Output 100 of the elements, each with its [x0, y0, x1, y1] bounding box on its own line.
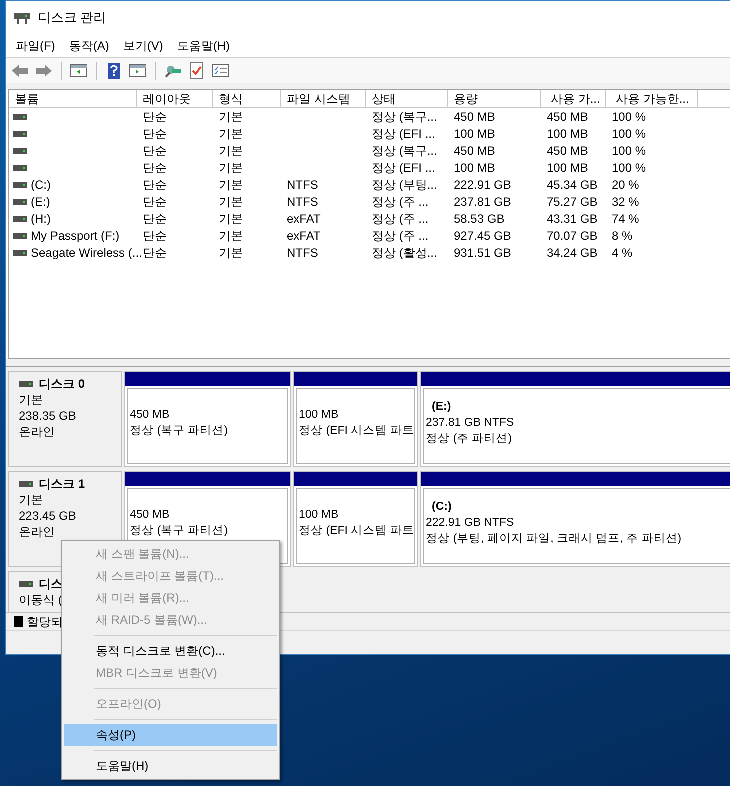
table-cell-text: 단순	[143, 108, 167, 126]
column-header[interactable]: 상태	[366, 90, 448, 107]
table-cell-text: 4 %	[612, 244, 633, 262]
column-header[interactable]: 사용 가능한...	[606, 90, 698, 107]
disk-name: 디스	[39, 576, 63, 592]
menu-item[interactable]: 보기(V)	[123, 37, 164, 55]
column-header[interactable]: 볼륨	[9, 90, 137, 107]
table-cell-text: 단순	[143, 194, 167, 210]
table-cell-text: 정상 (주 ...	[372, 194, 429, 210]
table-cell-text: (C:)	[31, 176, 51, 194]
partition-status: 정상 (EFI 시스템 파트	[299, 424, 414, 439]
partition-block[interactable]: (C:) 222.91 GB NTFS 정상 (부팅, 페이지 파일, 크래시 덤프, 주 파티션)	[420, 471, 730, 567]
partition-block[interactable]: 450 MB 정상 (복구 파티션)	[124, 371, 291, 467]
table-cell-text: 단순	[143, 176, 167, 194]
disk-type: 기본	[19, 392, 43, 408]
drive-icon	[13, 148, 27, 154]
partition-status: 정상 (부팅, 페이지 파일, 크래시 덤프, 주 파티션)	[426, 532, 682, 547]
table-cell-text: 기본	[219, 142, 243, 160]
table-cell-text: 75.27 GB	[547, 194, 598, 210]
table-cell-text: (H:)	[31, 210, 51, 228]
partition-status: 정상 (복구 파티션)	[130, 424, 228, 439]
partition-status: 정상 (EFI 시스템 파트	[299, 524, 414, 539]
table-cell-text: NTFS	[287, 244, 318, 262]
table-cell-text: 단순	[143, 160, 167, 176]
menu-item[interactable]: 속성(P)	[64, 724, 277, 746]
partition-label: (E:)	[431, 400, 452, 415]
menu-item[interactable]: 파일(F)	[16, 37, 56, 55]
table-cell-text: 43.31 GB	[547, 210, 598, 228]
table-cell-text: 기본	[219, 160, 243, 176]
table-cell-text: 74 %	[612, 210, 640, 228]
drive-icon	[13, 232, 27, 238]
table-cell-text: 100 MB	[547, 160, 588, 176]
partition-block[interactable]: (E:) 237.81 GB NTFS 정상 (주 파티션)	[420, 371, 730, 467]
checklist-icon[interactable]	[211, 62, 231, 80]
table-cell-text: 기본	[219, 126, 243, 142]
column-header[interactable]: 파일 시스템	[281, 90, 366, 107]
partition-block[interactable]: 100 MB 정상 (EFI 시스템 파트	[293, 371, 418, 467]
drive-icon	[13, 198, 27, 204]
window-title: 디스크 관리	[38, 9, 107, 28]
partition-size: 450 MB	[130, 508, 170, 523]
table-cell-text: (E:)	[31, 194, 50, 210]
table-cell-text: 58.53 GB	[454, 210, 505, 228]
table-cell-text: 927.45 GB	[454, 228, 512, 244]
table-cell-text: 32 %	[612, 194, 640, 210]
console-tree-icon[interactable]	[69, 62, 89, 80]
table-cell-text: My Passport (F:)	[31, 228, 120, 244]
partition-status: 정상 (복구 파티션)	[130, 524, 228, 539]
table-cell-text: 100 MB	[454, 160, 496, 176]
column-header[interactable]: 용량	[448, 90, 541, 107]
table-cell-text: 기본	[219, 210, 243, 228]
disk-name: 디스크 0	[39, 376, 86, 392]
table-cell-text: 정상 (복구...	[372, 142, 438, 160]
table-cell-text: 100 %	[612, 160, 646, 176]
partition-size: 222.91 GB NTFS	[426, 516, 514, 531]
menu-item[interactable]: 도움말(H)	[64, 755, 277, 777]
table-cell-text: 100 %	[612, 142, 646, 160]
table-cell-text: 237.81 GB	[454, 194, 512, 210]
menu-item[interactable]: 도움말(H)	[177, 37, 230, 55]
column-header[interactable]: 레이아웃	[137, 90, 213, 107]
disk-status: 온라인	[19, 524, 55, 540]
table-cell-text: 기본	[219, 228, 243, 244]
table-cell-text: 기본	[219, 108, 243, 126]
table-cell-text: 100 %	[612, 126, 646, 142]
drive-icon	[13, 130, 27, 136]
partition-label: (C:)	[431, 500, 452, 515]
table-cell-text: exFAT	[287, 228, 321, 244]
table-cell-text: 정상 (EFI ...	[372, 160, 436, 176]
menu-item[interactable]: 동적 디스크로 변환(C)...	[64, 640, 277, 662]
table-cell-text: NTFS	[287, 176, 318, 194]
table-cell-text: NTFS	[287, 194, 318, 210]
disk-size: 223.45 GB	[19, 508, 76, 524]
table-cell-text: exFAT	[287, 210, 321, 228]
table-cell-text: 20 %	[612, 176, 640, 194]
partition-size: 237.81 GB NTFS	[426, 416, 514, 431]
table-cell-text: 222.91 GB	[454, 176, 512, 194]
table-cell-text: 70.07 GB	[547, 228, 598, 244]
drive-icon	[13, 182, 27, 188]
table-cell-text: 100 %	[612, 108, 646, 126]
drive-icon	[14, 11, 30, 25]
legend-label: 할당되	[27, 614, 63, 630]
column-header[interactable]: 형식	[213, 90, 281, 107]
table-cell-text: 정상 (활성...	[372, 244, 438, 262]
table-cell-text: 단순	[143, 244, 167, 262]
table-cell-text: 450 MB	[547, 142, 588, 160]
table-cell-text: 기본	[219, 176, 243, 194]
table-cell-text: 단순	[143, 228, 167, 244]
menu-item[interactable]: 동작(A)	[69, 37, 110, 55]
partition-block[interactable]: 100 MB 정상 (EFI 시스템 파트	[293, 471, 418, 567]
drive-icon	[19, 381, 33, 387]
table-cell-text: 8 %	[612, 228, 633, 244]
table-cell-text: 정상 (부팅...	[372, 176, 438, 194]
column-header[interactable]: 사용 가...	[541, 90, 606, 107]
table-cell-text: 450 MB	[547, 108, 588, 126]
table-cell-text: 단순	[143, 126, 167, 142]
table-cell-text: 45.34 GB	[547, 176, 598, 194]
partition-size: 100 MB	[299, 408, 339, 423]
action-pane-icon[interactable]	[128, 62, 148, 80]
disk-type: 기본	[19, 492, 43, 508]
table-cell-text: 단순	[143, 142, 167, 160]
table-cell-text: Seagate Wireless (...	[31, 244, 142, 262]
